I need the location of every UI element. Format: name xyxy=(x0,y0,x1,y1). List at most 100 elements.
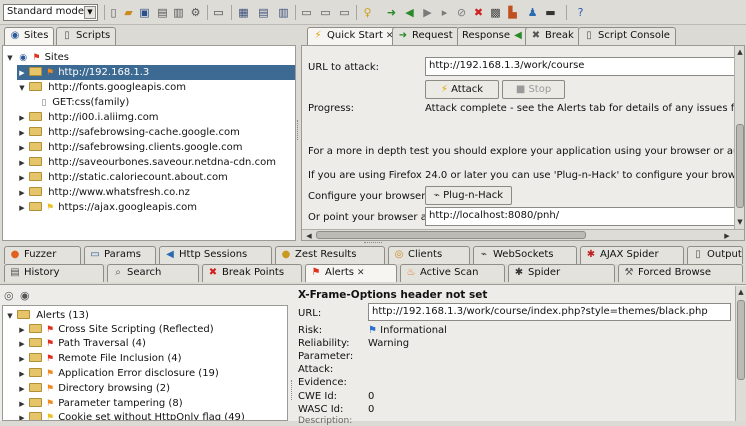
play-icon[interactable]: ▸ xyxy=(437,5,452,20)
tab-break-points[interactable]: ✖ Break Points xyxy=(202,264,302,282)
quick-start-panel: URL to attack: http://192.168.1.3/work/c… xyxy=(301,45,745,241)
tab-request-label: Request xyxy=(412,30,453,41)
reliability-label: Reliability: xyxy=(298,338,350,349)
tab-layout-3-icon[interactable]: ▭ xyxy=(337,5,352,20)
tab-ajax-spider[interactable]: ✱ AJAX Spider xyxy=(580,246,684,264)
site-item-fonts-googleapis[interactable]: ▼ http://fonts.googleapis.com xyxy=(17,80,186,95)
tab-layout-1-icon[interactable]: ▭ xyxy=(299,5,314,20)
tab-zest-results[interactable]: ● Zest Results xyxy=(275,246,385,264)
tree-row-alerts-root[interactable]: ▼ Alerts (13) xyxy=(5,308,89,323)
close-icon[interactable]: ✕ xyxy=(357,268,365,278)
tab-search[interactable]: ⌕ Search xyxy=(107,264,199,282)
active-scan-icon[interactable]: ▙ xyxy=(505,5,520,20)
link-icon[interactable]: ◉ xyxy=(20,289,30,302)
alert-item-parameter-tampering[interactable]: ▶ ⚑ Parameter tampering (8) xyxy=(17,396,183,411)
alert-item-path-traversal[interactable]: ▶ ⚑ Path Traversal (4) xyxy=(17,336,146,351)
site-item-saveourbones[interactable]: ▶ http://saveourbones.saveour.netdna-cdn… xyxy=(17,155,276,170)
tab-fuzzer[interactable]: ● Fuzzer xyxy=(4,246,81,264)
tab-alerts[interactable]: ⚑ Alerts ✕ xyxy=(305,264,397,282)
scroll-up-icon[interactable]: ▲ xyxy=(735,47,744,57)
tab-quick-start-label: Quick Start xyxy=(327,30,383,41)
alert-item-error-disclosure[interactable]: ▶ ⚑ Application Error disclosure (19) xyxy=(17,366,219,381)
tab-http-sessions[interactable]: ◀ Http Sessions xyxy=(159,246,272,264)
alert-item-xss[interactable]: ▶ ⚑ Cross Site Scripting (Reflected) xyxy=(17,322,214,337)
break-delete-icon[interactable]: ✖ xyxy=(471,5,486,20)
tab-script-console[interactable]: ▯ Script Console xyxy=(578,27,676,45)
attack-button[interactable]: ⚡ Attack xyxy=(425,80,499,99)
stop-button[interactable]: ■ Stop xyxy=(502,80,565,99)
back-arrow-icon[interactable]: ◀ xyxy=(402,5,417,20)
tab-response[interactable]: Response ◀ xyxy=(457,27,534,45)
options-icon[interactable]: ⚙ xyxy=(188,5,203,20)
zest-icon: ● xyxy=(281,249,291,260)
layout-icon[interactable]: ▭ xyxy=(211,5,226,20)
scan-policy-icon[interactable]: ▩ xyxy=(488,5,503,20)
output-icon: ▯ xyxy=(695,249,701,260)
lightbulb-icon[interactable]: ♀ xyxy=(360,5,375,20)
alert-detail-scrollbar[interactable]: ▲ xyxy=(735,286,746,421)
site-item-ajax-googleapis[interactable]: ▶ ⚑ https://ajax.googleapis.com xyxy=(17,200,197,215)
tab-break[interactable]: ✖ Break xyxy=(525,27,580,45)
site-item-safebrowsing-clients[interactable]: ▶ http://safebrowsing.clients.google.com xyxy=(17,140,242,155)
scroll-thumb[interactable] xyxy=(316,231,586,239)
scroll-right-icon[interactable]: ▶ xyxy=(722,231,732,240)
site-item-caloriecount[interactable]: ▶ http://static.caloriecount.about.com xyxy=(17,170,228,185)
tab-output[interactable]: ▯ Output xyxy=(687,246,743,264)
alert-url-field[interactable]: http://192.168.1.3/work/course/index.php… xyxy=(368,303,731,321)
scroll-down-icon[interactable]: ▼ xyxy=(735,217,744,227)
alerts-splitter[interactable] xyxy=(291,380,294,400)
alert-item-directory-browsing[interactable]: ▶ ⚑ Directory browsing (2) xyxy=(17,381,170,396)
tree-row-sites-root[interactable]: ▼ ◉ ⚑ Sites xyxy=(5,50,69,65)
alert-item-cookie-httponly[interactable]: ▶ ⚑ Cookie set without HttpOnly flag (49) xyxy=(17,410,245,420)
site-item-192-168-1-3[interactable]: ▶ ⚑ http://192.168.1.3 xyxy=(17,65,295,80)
tab-scripts[interactable]: ▯ Scripts xyxy=(56,27,117,45)
snapshot-icon[interactable]: ▤ xyxy=(155,5,170,20)
site-item-whatsfresh[interactable]: ▶ http://www.whatsfresh.co.nz xyxy=(17,185,190,200)
site-item-i00-aliimg[interactable]: ▶ http://i00.i.aliimg.com xyxy=(17,110,159,125)
vertical-splitter[interactable] xyxy=(297,120,300,140)
alert-item-rfi[interactable]: ▶ ⚑ Remote File Inclusion (4) xyxy=(17,351,182,366)
panel-layout-2-icon[interactable]: ▤ xyxy=(256,5,271,20)
panel-layout-1-icon[interactable]: ▦ xyxy=(236,5,251,20)
tab-spider[interactable]: ✱ Spider xyxy=(508,264,615,282)
tab-clients[interactable]: ◎ Clients xyxy=(388,246,470,264)
tab-params[interactable]: ▭ Params xyxy=(84,246,156,264)
quick-start-horizontal-scrollbar[interactable]: ◀ ▶ xyxy=(302,229,744,240)
url-to-attack-input[interactable]: http://192.168.1.3/work/course xyxy=(425,57,737,76)
tab-websockets[interactable]: ⌁ WebSockets xyxy=(473,246,577,264)
pnh-url-input[interactable]: http://localhost:8080/pnh/ xyxy=(425,207,737,226)
stop-icon[interactable]: ⊘ xyxy=(454,5,469,20)
horizontal-splitter[interactable] xyxy=(364,242,382,245)
tab-request[interactable]: ➜ Request xyxy=(392,27,459,45)
panel-layout-3-icon[interactable]: ▥ xyxy=(276,5,291,20)
filter-icon[interactable]: ◎ xyxy=(4,289,14,302)
tab-sites[interactable]: ◉ Sites xyxy=(4,27,55,45)
mode-select[interactable]: Standard mode ▼ xyxy=(3,4,98,21)
scroll-thumb[interactable] xyxy=(736,124,744,208)
tab-quick-start[interactable]: ⚡ Quick Start ✕ xyxy=(307,27,400,45)
step-icon[interactable]: ▶ xyxy=(420,5,435,20)
scroll-up-icon[interactable]: ▲ xyxy=(736,287,746,297)
terminal-icon[interactable]: ▬ xyxy=(543,5,558,20)
session-properties-icon[interactable]: ▥ xyxy=(171,5,186,20)
tab-active-scan[interactable]: ♨ Active Scan xyxy=(400,264,505,282)
tab-forced-browse[interactable]: ⚒ Forced Browse xyxy=(618,264,743,282)
save-session-icon[interactable]: ▣ xyxy=(137,5,152,20)
tab-layout-2-icon[interactable]: ▭ xyxy=(318,5,333,20)
forward-arrow-icon[interactable]: ➜ xyxy=(384,5,399,20)
user-icon[interactable]: ♟ xyxy=(525,5,540,20)
quick-start-vertical-scrollbar[interactable]: ▲ ▼ xyxy=(734,46,744,229)
open-session-icon[interactable]: ▰ xyxy=(121,5,136,20)
params-icon: ▭ xyxy=(90,249,100,260)
expand-toggle-icon: ▶ xyxy=(19,204,25,212)
tab-history[interactable]: ▤ History xyxy=(4,264,104,282)
scroll-left-icon[interactable]: ◀ xyxy=(304,231,314,240)
folder-icon xyxy=(29,202,42,211)
plug-n-hack-button[interactable]: ⌁ Plug-n-Hack xyxy=(425,186,512,205)
reliability-value: Warning xyxy=(368,338,410,349)
site-item-safebrowsing-cache[interactable]: ▶ http://safebrowsing-cache.google.com xyxy=(17,125,240,140)
new-session-icon[interactable]: ▯ xyxy=(106,5,121,20)
scroll-thumb[interactable] xyxy=(737,300,745,380)
help-icon[interactable]: ? xyxy=(573,5,588,20)
site-item-get-css-family[interactable]: ▯ GET:css(family) xyxy=(39,95,130,110)
